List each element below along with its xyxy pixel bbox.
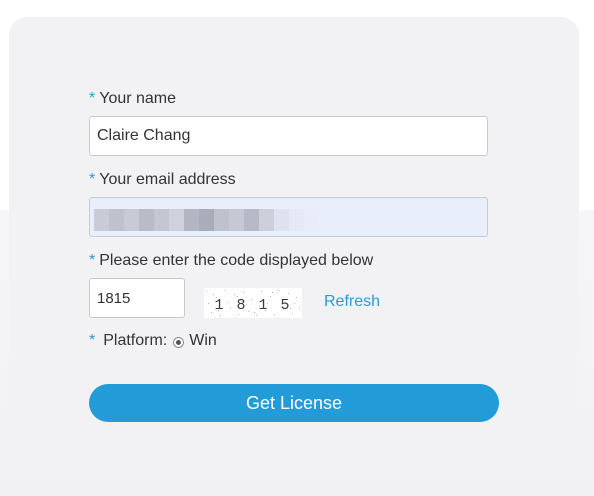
code-label-text: Please enter the code displayed below <box>99 252 374 269</box>
refresh-captcha-link[interactable]: Refresh <box>324 293 380 311</box>
name-label-text: Your name <box>99 90 177 107</box>
required-mark: * <box>89 332 96 349</box>
platform-label: Platform: <box>103 332 168 349</box>
required-mark: * <box>89 252 96 269</box>
name-input[interactable] <box>89 116 488 156</box>
required-mark: * <box>89 171 96 188</box>
platform-win-label[interactable]: Win <box>189 332 217 350</box>
required-mark: * <box>89 90 96 107</box>
radio-selected-dot <box>176 339 182 345</box>
name-label: * Your name <box>89 89 176 109</box>
page: *Your name *Your email address *Please e… <box>0 0 594 496</box>
captcha-image: 1 8 1 5 <box>204 288 302 318</box>
redacted-email-blur <box>94 209 319 231</box>
platform-row: * Platform: Win <box>89 332 217 350</box>
platform-win-radio[interactable] <box>173 336 185 348</box>
email-label-text: Your email address <box>99 171 236 188</box>
code-input[interactable] <box>89 278 185 318</box>
get-license-button[interactable]: Get License <box>89 384 499 422</box>
code-label: * Please enter the code displayed below <box>89 251 373 271</box>
captcha-text: 1 8 1 5 <box>214 297 291 314</box>
email-label: * Your email address <box>89 170 236 190</box>
